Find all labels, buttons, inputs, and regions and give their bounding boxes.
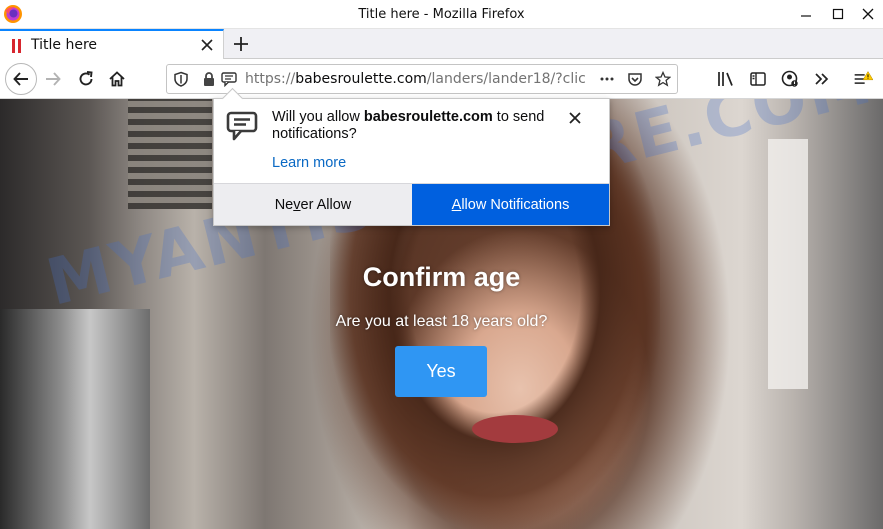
url-text[interactable]: https://babesroulette.com/landers/lander… — [245, 71, 593, 87]
url-host: babesroulette.com — [295, 71, 427, 87]
tab-title-here[interactable]: Title here — [0, 29, 224, 59]
close-icon — [569, 112, 581, 124]
allow-text: llow Notifications — [461, 196, 570, 213]
window-titlebar: Title here - Mozilla Firefox — [0, 0, 883, 29]
allow-mnemonic: A — [451, 196, 462, 213]
menu-icon — [854, 71, 873, 84]
page-title: Confirm age — [362, 262, 521, 292]
sidebar-button[interactable] — [748, 69, 768, 89]
background-photo-detail — [0, 309, 150, 529]
navigation-toolbar: https://babesroulette.com/landers/lander… — [0, 59, 883, 99]
url-bar[interactable]: https://babesroulette.com/landers/lander… — [166, 64, 678, 94]
maximize-icon — [832, 8, 843, 20]
overflow-icon — [815, 73, 829, 85]
forward-icon — [46, 72, 61, 86]
pocket-icon[interactable] — [627, 71, 643, 87]
never-allow-text: Ne — [274, 196, 294, 213]
bookmark-star-icon[interactable] — [655, 71, 671, 87]
yes-button[interactable]: Yes — [395, 346, 487, 397]
notification-permission-icon[interactable] — [221, 71, 237, 87]
allow-notifications-button[interactable]: Allow Notifications — [412, 184, 609, 225]
minimize-button[interactable] — [791, 0, 820, 28]
account-button[interactable] — [780, 69, 800, 89]
background-photo-detail — [472, 415, 558, 443]
tab-strip: Title here — [0, 29, 883, 59]
forward-button[interactable] — [39, 65, 67, 93]
page-actions-icon[interactable] — [599, 71, 615, 87]
never-allow-mnemonic: v — [293, 196, 301, 213]
back-icon — [13, 72, 28, 86]
maximize-button[interactable] — [823, 0, 852, 28]
reload-icon — [79, 71, 93, 86]
window-close-button[interactable] — [853, 0, 882, 28]
home-button[interactable] — [103, 65, 131, 93]
tab-favicon — [12, 39, 21, 53]
tab-label: Title here — [31, 37, 98, 53]
reload-button[interactable] — [72, 65, 100, 93]
message-host: babesroulette.com — [363, 109, 493, 125]
account-icon — [781, 70, 798, 87]
home-icon — [109, 71, 125, 87]
sidebar-icon — [750, 72, 766, 86]
new-tab-button[interactable] — [229, 32, 253, 56]
window-title: Title here - Mozilla Firefox — [358, 7, 525, 22]
learn-more-link[interactable]: Learn more — [272, 155, 346, 171]
never-allow-text-rest: er Allow — [300, 196, 352, 213]
popup-close-button[interactable] — [566, 109, 584, 127]
new-tab-icon — [234, 37, 248, 51]
notification-message: Will you allow babesroulette.com to send… — [272, 109, 562, 143]
popup-buttons: Ne v er Allow Allow Notifications — [214, 183, 609, 225]
url-path: /landers/lander18/?clic — [426, 71, 586, 87]
library-button[interactable] — [716, 69, 736, 89]
url-scheme: https:// — [245, 71, 296, 87]
speech-bubble-icon — [226, 111, 258, 141]
close-icon — [862, 8, 873, 20]
library-icon — [718, 72, 733, 86]
overflow-button[interactable] — [812, 69, 832, 89]
shield-icon[interactable] — [173, 71, 189, 87]
background-photo-detail — [128, 99, 212, 209]
lock-icon[interactable] — [201, 71, 217, 87]
tab-close-icon[interactable] — [199, 37, 215, 53]
age-question: Are you at least 18 years old? — [335, 313, 548, 330]
never-allow-button[interactable]: Ne v er Allow — [214, 184, 412, 225]
app-menu-button[interactable] — [853, 69, 873, 89]
minimize-icon — [800, 15, 811, 17]
notification-permission-popup: Will you allow babesroulette.com to send… — [213, 98, 610, 226]
message-prefix: Will you allow — [272, 109, 364, 125]
back-button[interactable] — [5, 63, 37, 95]
